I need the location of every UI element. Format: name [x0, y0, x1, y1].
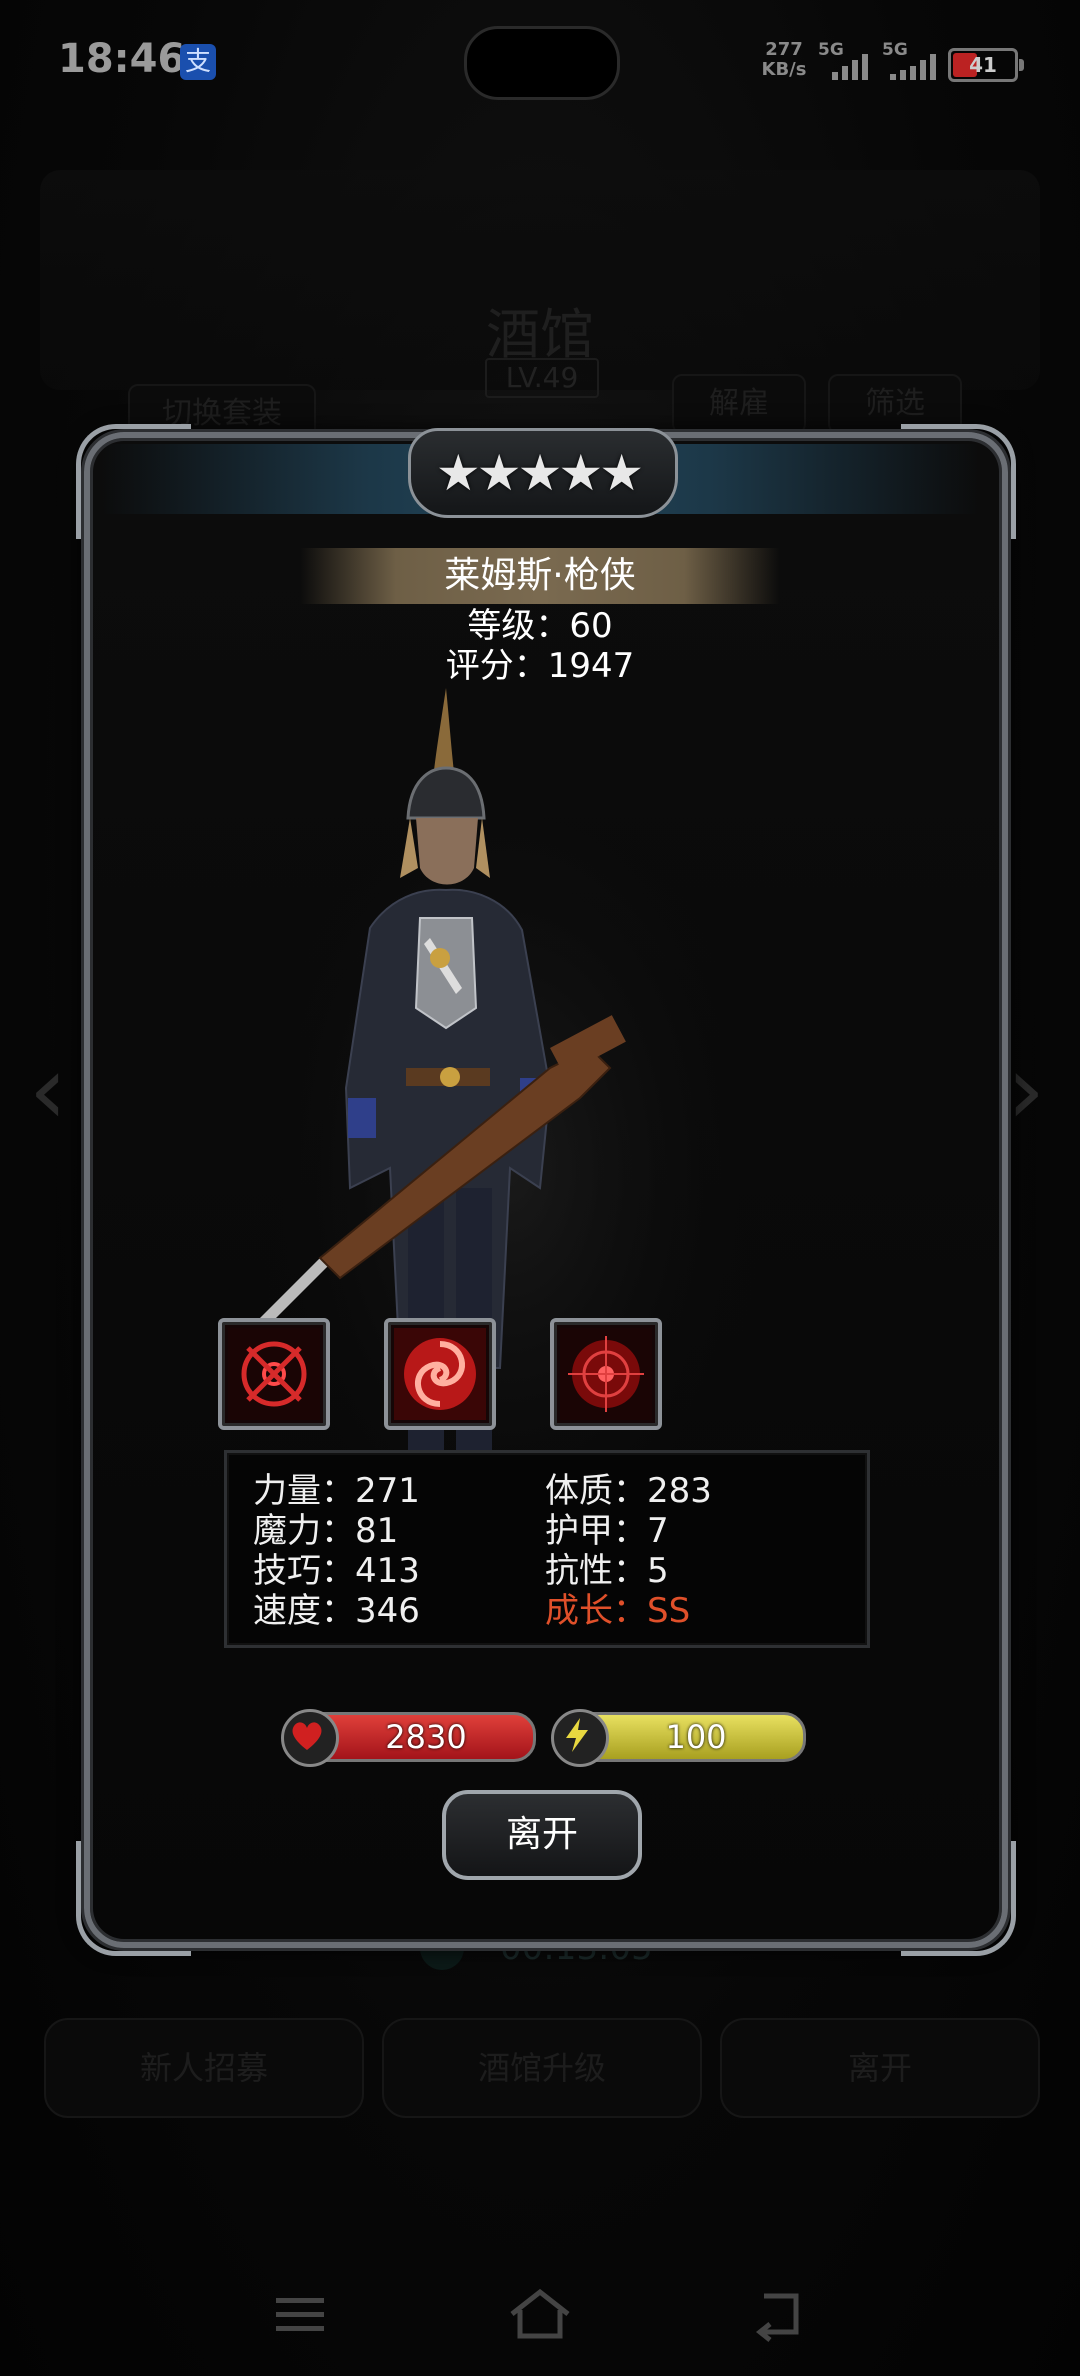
crosshair-skill-icon: [228, 1328, 320, 1420]
stat-strength: 力量：271: [253, 1471, 420, 1511]
menu-icon[interactable]: [260, 2284, 340, 2344]
stat-constitution: 体质：283: [545, 1471, 712, 1511]
swirl-skill-icon: [394, 1328, 486, 1420]
background-leave-button[interactable]: 离开: [720, 2018, 1040, 2118]
navigation-bar: [0, 2260, 1080, 2370]
stat-armor: 护甲：7: [545, 1511, 669, 1551]
signal-2-tag: 5G: [882, 40, 908, 60]
hero-name: 莱姆斯·枪侠: [444, 555, 636, 596]
camera-cutout: [464, 26, 620, 100]
upgrade-tavern-button[interactable]: 酒馆升级: [382, 2018, 702, 2118]
leave-button[interactable]: 离开: [442, 1790, 642, 1880]
stat-resistance: 抗性：5: [545, 1551, 669, 1591]
signal-1-tag: 5G: [818, 40, 844, 60]
stat-growth: 成长：SS: [545, 1591, 691, 1631]
home-icon[interactable]: [500, 2284, 580, 2344]
frame-corner: [901, 1841, 1016, 1956]
skill-slot-3[interactable]: [550, 1318, 662, 1430]
star-rating: ★★★★★: [408, 438, 672, 508]
status-time: 18:46: [58, 36, 186, 82]
network-speed-unit: KB/s: [761, 59, 807, 80]
signal-1-icon: 5G: [818, 40, 878, 80]
network-speed: 277 KB/s: [754, 40, 814, 80]
hero-detail-modal: ★★★★★ 莱姆斯·枪侠 等级：60 评分：1947 力量：271 魔力：81 …: [76, 424, 1016, 1956]
hero-level: 等级：60: [467, 606, 613, 646]
stats-panel: 力量：271 魔力：81 技巧：413 速度：346 体质：283 护甲：7 抗…: [224, 1450, 870, 1648]
star-icon: ★: [517, 444, 563, 502]
frame-corner: [76, 1841, 191, 1956]
dismiss-button[interactable]: 解雇: [672, 374, 806, 434]
stat-speed: 速度：346: [253, 1591, 420, 1631]
skill-slot-1[interactable]: [218, 1318, 330, 1430]
battery-level: 41: [969, 53, 997, 77]
stat-magic: 魔力：81: [253, 1511, 399, 1551]
battery-icon: 41: [948, 48, 1024, 82]
status-bar: 18:46 支 277 KB/s 5G 5G 41: [0, 0, 1080, 120]
star-icon: ★: [558, 444, 604, 502]
star-icon: ★: [599, 444, 645, 502]
signal-2-icon: 5G: [882, 40, 942, 80]
tavern-level: LV.49: [485, 358, 599, 398]
recruit-button[interactable]: 新人招募: [44, 2018, 364, 2118]
hp-value: 2830: [385, 1718, 467, 1756]
skill-slot-2[interactable]: [384, 1318, 496, 1430]
energy-value: 100: [665, 1718, 727, 1756]
star-icon: ★: [476, 444, 522, 502]
energy-bar: 100: [551, 1709, 806, 1767]
prev-hero-arrow-icon[interactable]: ‹: [18, 1040, 78, 1140]
network-speed-value: 277: [765, 39, 803, 60]
star-icon: ★: [435, 444, 481, 502]
target-skill-icon: [560, 1328, 652, 1420]
hp-bar: 2830: [281, 1709, 536, 1767]
stat-skill: 技巧：413: [253, 1551, 420, 1591]
alipay-icon: 支: [180, 44, 216, 80]
back-icon[interactable]: [740, 2284, 820, 2344]
screen: 酒馆 LV.49 切换套装 解雇 筛选 ‹ › 00:13:05 新人招募 酒馆…: [0, 0, 1080, 2376]
